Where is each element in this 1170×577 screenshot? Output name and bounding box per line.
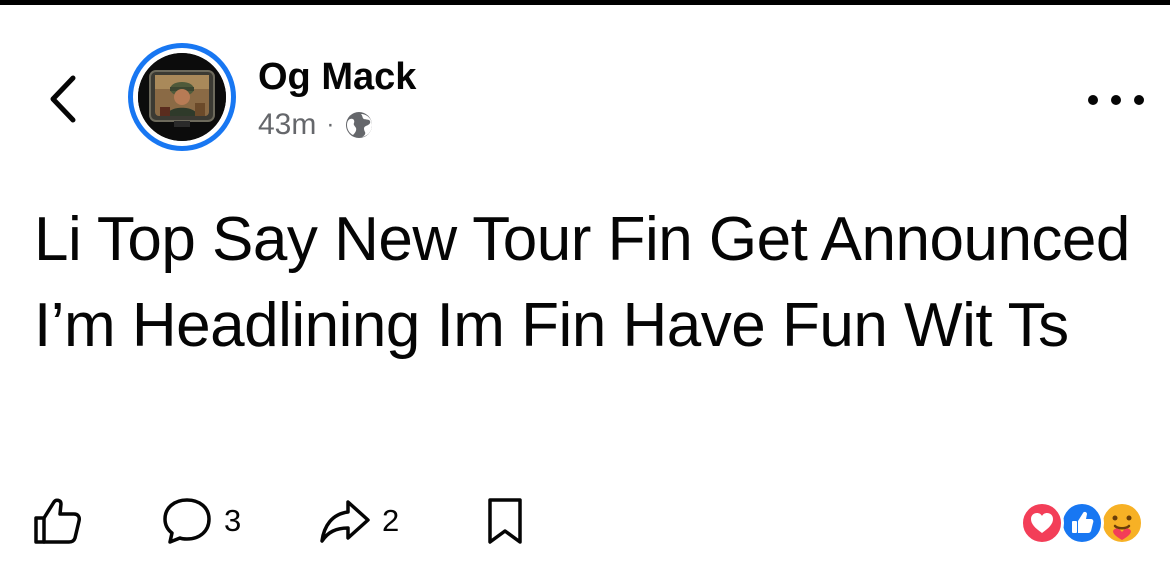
reaction-summary[interactable] <box>1016 493 1156 549</box>
post-meta: 43m · <box>258 106 374 144</box>
author-name[interactable]: Og Mack <box>258 55 416 99</box>
more-dot <box>1134 95 1144 105</box>
bookmark-icon <box>488 498 522 544</box>
thumbs-up-icon <box>34 498 81 544</box>
post-text: Li Top Say New Tour Fin Get Announced I’… <box>34 205 1130 360</box>
comment-button[interactable]: 3 <box>160 489 241 553</box>
share-button[interactable]: 2 <box>318 489 399 553</box>
action-bar: 3 2 <box>0 489 1170 553</box>
chevron-left-icon <box>50 75 76 123</box>
comment-icon <box>163 498 211 544</box>
more-dot <box>1088 95 1098 105</box>
globe-icon <box>346 112 373 138</box>
avatar-image <box>138 53 226 141</box>
share-count: 2 <box>382 503 400 538</box>
post-screen: Og Mack 43m · Li Top Say New Tour Fin Ge… <box>0 0 1170 577</box>
love-reaction-icon <box>1020 501 1064 545</box>
post-time[interactable]: 43m <box>258 108 316 142</box>
meta-separator: · <box>326 111 335 138</box>
more-dot <box>1111 95 1121 105</box>
like-reaction-icon <box>1060 501 1104 545</box>
back-button[interactable] <box>40 73 84 125</box>
avatar-photo <box>138 53 226 141</box>
like-button[interactable] <box>30 489 84 553</box>
comment-count: 3 <box>224 503 242 538</box>
share-icon <box>320 500 370 543</box>
avatar[interactable] <box>128 43 236 151</box>
save-button[interactable] <box>484 489 526 553</box>
post-header: Og Mack 43m · <box>0 5 1170 175</box>
more-options-button[interactable] <box>1088 85 1144 115</box>
care-reaction-icon <box>1100 501 1144 545</box>
